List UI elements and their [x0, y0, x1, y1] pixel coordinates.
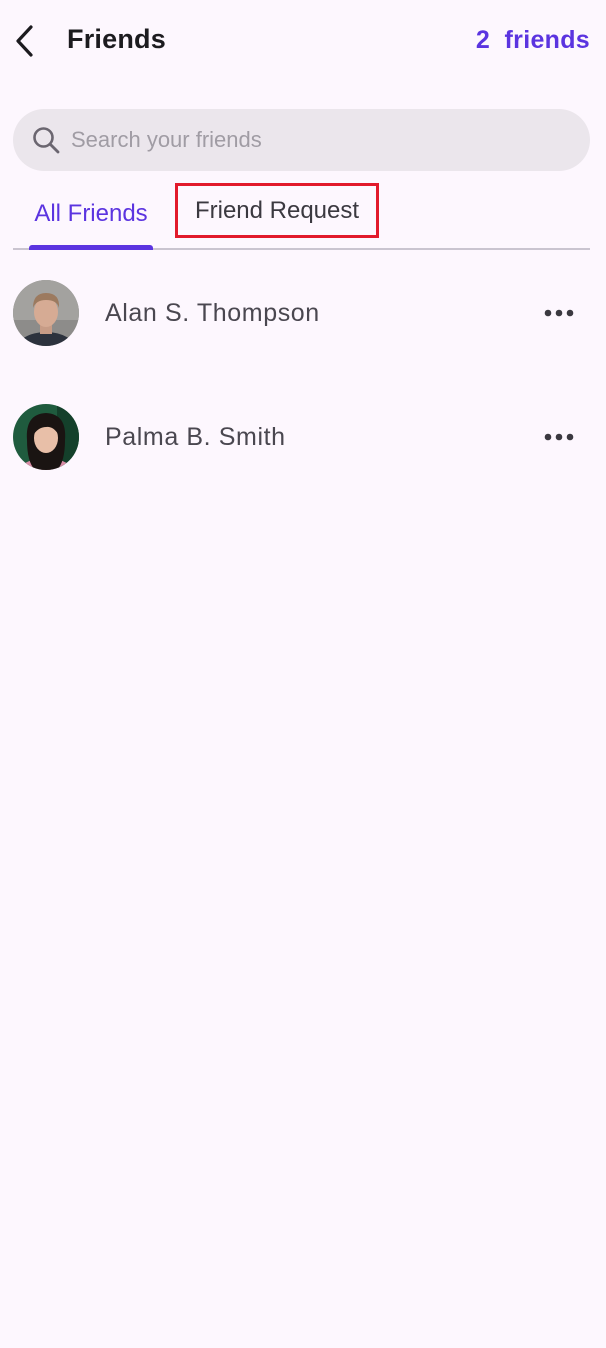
friends-screen: Friends 2 friends All Friends Friend Req…: [0, 0, 606, 1348]
more-horizontal-icon: [544, 433, 574, 441]
more-horizontal-icon: [544, 309, 574, 317]
list-item[interactable]: Alan S. Thompson: [13, 280, 590, 346]
avatar[interactable]: [13, 280, 79, 346]
active-tab-indicator: [29, 245, 153, 250]
friend-count: 2 friends: [475, 26, 590, 54]
tab-friend-request[interactable]: Friend Request: [175, 183, 379, 238]
friend-name: Alan S. Thompson: [105, 298, 320, 327]
back-button[interactable]: [8, 22, 42, 60]
friends-tabs: All Friends Friend Request: [13, 180, 590, 250]
search-icon: [31, 125, 61, 155]
chevron-left-icon: [16, 25, 33, 57]
tab-all-friends[interactable]: All Friends: [29, 180, 153, 250]
tab-all-friends-label: All Friends: [34, 200, 148, 227]
page-title: Friends: [67, 24, 166, 54]
search-bar[interactable]: [13, 109, 590, 171]
list-item[interactable]: Palma B. Smith: [13, 404, 590, 470]
search-input[interactable]: [71, 120, 551, 160]
app-header: Friends 2 friends: [0, 0, 606, 84]
friend-name: Palma B. Smith: [105, 422, 286, 451]
more-options-button[interactable]: [536, 295, 582, 331]
avatar[interactable]: [13, 404, 79, 470]
more-options-button[interactable]: [536, 419, 582, 455]
tab-friend-request-label: Friend Request: [194, 196, 360, 224]
